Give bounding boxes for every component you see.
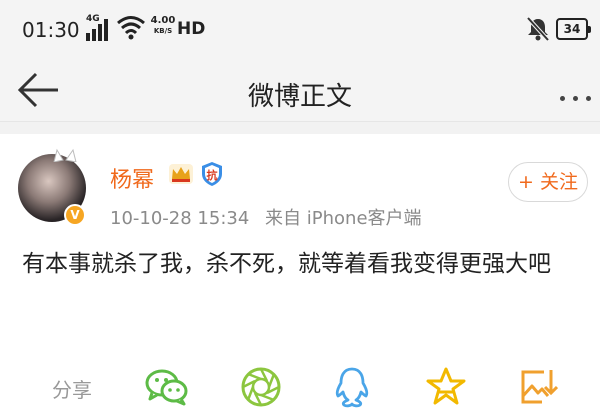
post-text: 有本事就杀了我，杀不死，就等着看我变得更强大吧 [22,251,551,277]
wifi-icon [117,16,145,40]
net-speed-unit: KB/S [153,27,173,35]
shield-badge-icon[interactable]: 抗 [200,161,224,187]
more-dots-icon[interactable] [560,86,599,105]
username[interactable]: 杨幂 [110,162,154,194]
status-time: 01:30 [22,18,80,42]
qzone-star-icon[interactable] [424,366,468,408]
net-speed-value: 4.00 [150,15,176,26]
post-meta: 10-10-28 15:34 来自 iPhone客户端 [110,204,432,230]
crown-icon[interactable] [168,162,194,186]
post-date: 10-10-28 15:34 [110,208,250,229]
status-bar: 01:30 4G 4.00 KB/S HD 34 [0,0,600,58]
qq-icon[interactable] [334,366,370,410]
shield-badge-text: 抗 [207,168,218,182]
net-speed: 4.00 KB/S [148,16,178,36]
hd-indicator: HD [177,19,206,39]
nav-bar: 微博正文 [0,58,600,122]
verified-badge: V [64,204,86,226]
mute-icon [526,16,550,42]
cat-ears-decoration-icon [53,148,77,162]
share-label: 分享 [52,378,92,402]
follow-button[interactable]: + 关注 [508,162,588,202]
share-bar: 分享 [0,360,600,420]
post-source: 来自 iPhone客户端 [265,208,422,229]
signal-icon: 4G [86,14,112,41]
weibo-post: V 杨幂 抗 10-10-28 15:34 来自 iPhone客户端 + 关注 … [0,134,600,420]
battery-indicator: 34 [556,18,591,40]
network-type: 4G [86,14,100,24]
page-title: 微博正文 [247,82,352,112]
wechat-icon[interactable] [144,366,190,408]
moments-icon[interactable] [240,366,282,408]
save-image-icon[interactable] [518,366,558,408]
